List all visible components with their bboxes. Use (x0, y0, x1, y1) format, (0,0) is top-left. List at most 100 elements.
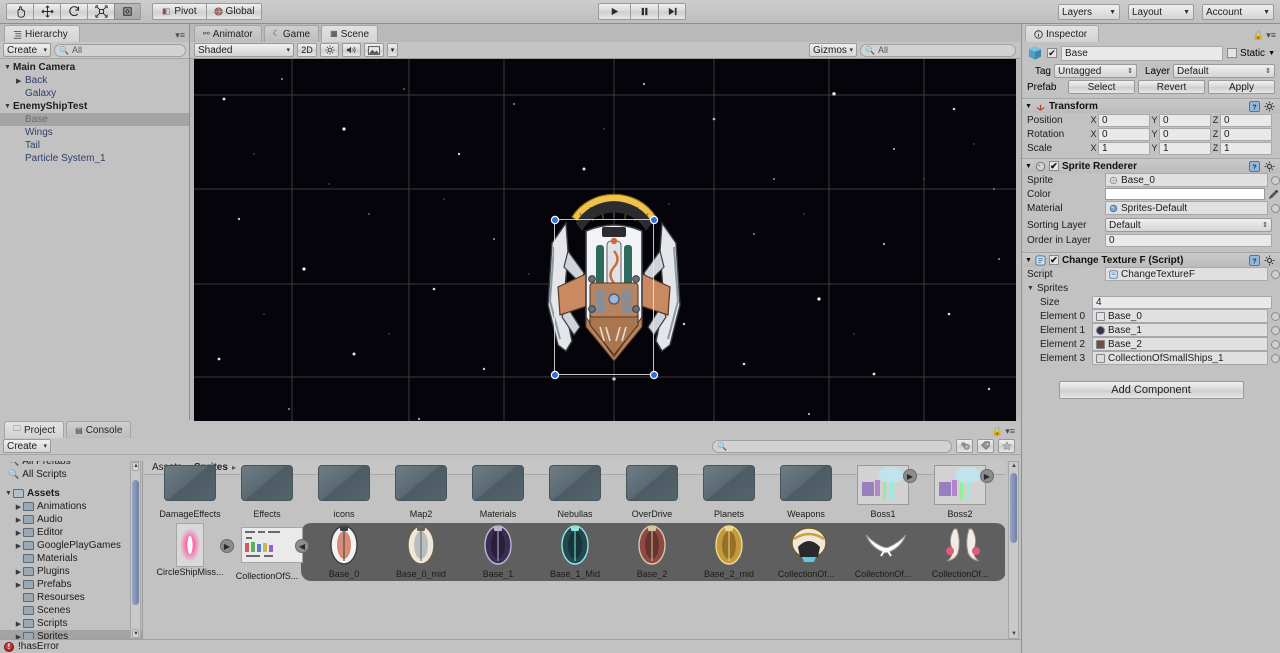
sprite-picker-button[interactable] (1271, 175, 1280, 185)
sprite-renderer-enabled-checkbox[interactable]: ✔ (1048, 161, 1059, 171)
chevron-down-icon[interactable]: ▼ (1268, 50, 1275, 57)
scene-audio-button[interactable] (342, 43, 361, 57)
asset-cell[interactable]: CircleShipMiss... ▶ (152, 523, 234, 577)
help-icon[interactable]: ? (1249, 254, 1260, 266)
step-button[interactable] (658, 3, 686, 20)
hierarchy-item-back[interactable]: ▶ Back (0, 74, 189, 87)
foldout-closed-icon[interactable]: ▶ (14, 503, 23, 511)
asset-cell[interactable]: Base_1_Mid (537, 525, 613, 579)
asset-cell[interactable]: Nebullas (537, 465, 613, 519)
foldout-arrow-icon[interactable]: ▼ (1027, 285, 1037, 292)
foldout-arrow-icon[interactable]: ▼ (1025, 103, 1032, 110)
pivot-toggle-button[interactable]: Pivot (152, 3, 206, 20)
transform-scale-x-input[interactable]: 1 (1098, 141, 1150, 155)
asset-cell[interactable]: CollectionOf... (845, 525, 921, 579)
scene-search-input[interactable]: 🔍 All (860, 43, 1016, 57)
script-component-header[interactable]: ▼ ✔ Change Texture F (Script) ? (1022, 252, 1280, 267)
move-tool-button[interactable] (33, 3, 60, 20)
array-element-picker-button-0[interactable] (1271, 311, 1280, 321)
transform-position-z-input[interactable]: 0 (1220, 113, 1272, 127)
project-tree-item-resourses[interactable]: Resourses (0, 591, 142, 604)
status-bar[interactable]: ! !hasError (0, 639, 1021, 653)
tab-animator[interactable]: ⚯ Animator (194, 25, 262, 42)
color-swatch[interactable] (1105, 188, 1265, 200)
tag-dropdown[interactable]: Untagged ⇕ (1054, 64, 1137, 78)
transform-scale-y-input[interactable]: 1 (1159, 141, 1211, 155)
static-checkbox[interactable] (1227, 48, 1238, 58)
asset-cell[interactable]: icons (306, 465, 382, 519)
hierarchy-create-dropdown[interactable]: Create ▾ (3, 43, 51, 57)
tab-scene[interactable]: ▦ Scene (321, 25, 379, 42)
hierarchy-item-base[interactable]: ▶Base (0, 113, 189, 126)
inspector-lock-icon[interactable]: 🔒 ▾≡ (1253, 30, 1276, 41)
layer-dropdown[interactable]: Default ⇕ (1173, 64, 1275, 78)
asset-cell[interactable]: Map2 (383, 465, 459, 519)
project-favorites[interactable]: 🔍 All Prefabs 🔍 All Scripts (0, 461, 142, 481)
layout-dropdown[interactable]: Layout ▼ (1128, 4, 1194, 20)
script-object-field[interactable]: ChangeTextureF (1105, 267, 1268, 281)
asset-cell[interactable]: Weapons (768, 465, 844, 519)
transform-rotation-x-input[interactable]: 0 (1098, 127, 1150, 141)
project-tree-item-editor[interactable]: ▶ Editor (0, 526, 142, 539)
favorite-item-all-scripts[interactable]: 🔍 All Scripts (0, 468, 142, 481)
gizmos-dropdown[interactable]: Gizmos ▾ (809, 43, 857, 57)
object-enabled-checkbox[interactable]: ✔ (1047, 48, 1057, 58)
project-tree-item-googleplaygames[interactable]: ▶ GooglePlayGames (0, 539, 142, 552)
scale-tool-button[interactable] (87, 3, 114, 20)
array-element-picker-button-1[interactable] (1271, 325, 1280, 335)
rect-tool-button[interactable] (114, 3, 141, 20)
scene-effects-button[interactable] (364, 43, 384, 57)
array-element-object-field-0[interactable]: Base_0 (1092, 309, 1268, 323)
foldout-open-icon[interactable]: ▼ (4, 490, 13, 497)
gear-icon[interactable] (1264, 161, 1275, 172)
material-object-field[interactable]: Sprites-Default (1105, 201, 1268, 215)
sprite-object-field[interactable]: Base_0 (1105, 173, 1268, 187)
hierarchy-search-input[interactable]: 🔍 All (54, 43, 186, 57)
foldout-closed-icon[interactable]: ▶ (14, 568, 23, 576)
asset-cell[interactable]: Base_2 (614, 525, 690, 579)
play-button[interactable] (598, 3, 630, 20)
project-folder-tree[interactable]: ▼ Assets ▶ Animations ▶ Audio ▶ Editor ▶ GooglePl… (0, 487, 142, 639)
expand-spritesheet-button[interactable]: ▶ (980, 469, 994, 483)
project-lock-icon[interactable]: 🔒 ▾≡ (992, 426, 1015, 437)
project-tree-scrollbar[interactable]: ▼ ▲ (130, 461, 141, 639)
asset-cell[interactable]: Planets (691, 465, 767, 519)
asset-cell[interactable]: CollectionOfS... ◀ (229, 525, 309, 581)
project-tree[interactable]: 🔍 All Prefabs 🔍 All Scripts ▼ Assets ▶ Animati… (0, 461, 143, 639)
script-enabled-checkbox[interactable]: ✔ (1048, 255, 1059, 265)
asset-cell[interactable]: Base_0_mid (383, 525, 459, 579)
foldout-open-icon[interactable]: ▼ (4, 103, 13, 110)
eyedropper-icon[interactable] (1268, 188, 1280, 200)
project-tree-item-sprites[interactable]: ▶ Sprites (0, 630, 142, 639)
shading-mode-dropdown[interactable]: Shaded ▾ (194, 43, 294, 57)
asset-cell[interactable]: Base_0 (306, 525, 382, 579)
tab-inspector[interactable]: Inspector (1025, 25, 1099, 42)
help-icon[interactable]: ? (1249, 160, 1260, 172)
array-element-object-field-2[interactable]: Base_2 (1092, 337, 1268, 351)
favorites-button[interactable] (998, 439, 1015, 453)
project-tree-item-assets[interactable]: ▼ Assets (0, 487, 142, 500)
expand-spritesheet-button[interactable]: ▶ (903, 469, 917, 483)
asset-cell[interactable]: Boss1 ▶ (845, 465, 921, 519)
scene-lighting-button[interactable] (320, 43, 339, 57)
foldout-closed-icon[interactable]: ▶ (14, 529, 23, 537)
static-toggle[interactable]: Static ▼ (1227, 48, 1275, 59)
transform-scale-z-input[interactable]: 1 (1220, 141, 1272, 155)
foldout-closed-icon[interactable]: ▶ (14, 542, 23, 550)
hand-tool-button[interactable] (6, 3, 33, 20)
transform-rotation-y-input[interactable]: 0 (1159, 127, 1211, 141)
project-tree-item-plugins[interactable]: ▶ Plugins (0, 565, 142, 578)
sorting-layer-dropdown[interactable]: Default ⇕ (1105, 218, 1272, 232)
hierarchy-item-tail[interactable]: ▶Tail (0, 139, 189, 152)
foldout-open-icon[interactable]: ▼ (4, 64, 13, 71)
hierarchy-menu-icon[interactable]: ▾≡ (175, 30, 185, 41)
hierarchy-item-wings[interactable]: ▶Wings (0, 126, 189, 139)
transform-position-x-input[interactable]: 0 (1098, 113, 1150, 127)
project-tree-item-animations[interactable]: ▶ Animations (0, 500, 142, 513)
toggle-2d-button[interactable]: 2D (297, 43, 317, 57)
layers-dropdown[interactable]: Layers ▼ (1058, 4, 1120, 20)
asset-cell[interactable]: Boss2 ▶ (922, 465, 998, 519)
project-tree-item-scenes[interactable]: Scenes (0, 604, 142, 617)
filter-by-label-button[interactable] (977, 439, 994, 453)
global-toggle-button[interactable]: Global (206, 3, 262, 20)
